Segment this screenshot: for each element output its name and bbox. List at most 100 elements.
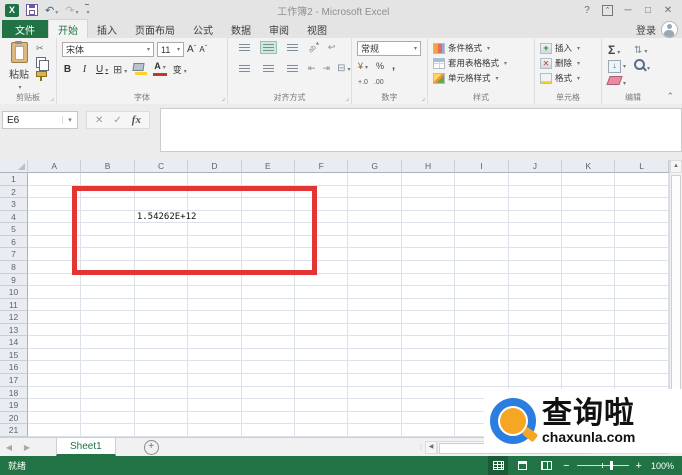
cell-H5[interactable] (402, 223, 455, 236)
font-size-select[interactable]: 11▾ (157, 42, 184, 57)
cell-L15[interactable] (615, 349, 668, 362)
increase-indent-icon[interactable] (323, 63, 331, 74)
row-header-14[interactable]: 14 (0, 336, 28, 349)
normal-view-button[interactable] (488, 456, 508, 475)
cell-F13[interactable] (295, 324, 348, 337)
cell-H16[interactable] (402, 361, 455, 374)
underline-button[interactable]: U (96, 64, 107, 75)
number-format-select[interactable]: 常规▾ (357, 41, 421, 56)
cell-L13[interactable] (615, 324, 668, 337)
cell-J5[interactable] (509, 223, 562, 236)
cell-C20[interactable] (135, 412, 188, 425)
cell-K5[interactable] (562, 223, 615, 236)
cell-J2[interactable] (509, 186, 562, 199)
cell-K2[interactable] (562, 186, 615, 199)
row-header-12[interactable]: 12 (0, 311, 28, 324)
cell-B20[interactable] (81, 412, 134, 425)
cell-K13[interactable] (562, 324, 615, 337)
cell-A18[interactable] (28, 387, 81, 400)
page-layout-view-button[interactable] (512, 456, 532, 475)
copy-icon[interactable] (36, 57, 46, 68)
cell-J10[interactable] (509, 286, 562, 299)
cell-I17[interactable] (455, 374, 508, 387)
cell-G19[interactable] (348, 399, 401, 412)
cell-J3[interactable] (509, 198, 562, 211)
cell-K16[interactable] (562, 361, 615, 374)
alignment-dialog-launcher-icon[interactable] (346, 96, 349, 102)
cell-D10[interactable] (188, 286, 241, 299)
cell-K11[interactable] (562, 299, 615, 312)
cell-A9[interactable] (28, 274, 81, 287)
tab-insert[interactable]: 插入 (88, 20, 126, 38)
cell-C16[interactable] (135, 361, 188, 374)
cell-F10[interactable] (295, 286, 348, 299)
column-header-G[interactable]: G (348, 160, 401, 173)
cell-F16[interactable] (295, 361, 348, 374)
cell-C15[interactable] (135, 349, 188, 362)
cell-B11[interactable] (81, 299, 134, 312)
cell-G18[interactable] (348, 387, 401, 400)
cell-K6[interactable] (562, 236, 615, 249)
cell-G20[interactable] (348, 412, 401, 425)
cell-L6[interactable] (615, 236, 668, 249)
row-header-1[interactable]: 1 (0, 173, 28, 186)
cell-F15[interactable] (295, 349, 348, 362)
paste-button[interactable]: 粘贴 (6, 42, 32, 92)
cell-H18[interactable] (402, 387, 455, 400)
tab-review[interactable]: 审阅 (260, 20, 298, 38)
cell-D1[interactable] (188, 173, 241, 186)
percent-format-icon[interactable] (376, 61, 384, 72)
column-header-F[interactable]: F (295, 160, 348, 173)
cell-G1[interactable] (348, 173, 401, 186)
cell-J6[interactable] (509, 236, 562, 249)
page-break-view-button[interactable] (536, 456, 556, 475)
cell-E1[interactable] (242, 173, 295, 186)
cell-E14[interactable] (242, 336, 295, 349)
name-box[interactable]: E6 ▾ (2, 111, 78, 129)
cell-H7[interactable] (402, 248, 455, 261)
cell-H20[interactable] (402, 412, 455, 425)
autosum-button[interactable]: Σ (608, 43, 634, 57)
cell-A12[interactable] (28, 311, 81, 324)
cell-C9[interactable] (135, 274, 188, 287)
cell-G3[interactable] (348, 198, 401, 211)
cell-D19[interactable] (188, 399, 241, 412)
cell-H1[interactable] (402, 173, 455, 186)
undo-icon[interactable] (45, 4, 58, 17)
cell-E20[interactable] (242, 412, 295, 425)
cell-F14[interactable] (295, 336, 348, 349)
decrease-indent-icon[interactable] (308, 63, 316, 74)
cell-B12[interactable] (81, 311, 134, 324)
cell-I2[interactable] (455, 186, 508, 199)
format-painter-icon[interactable] (36, 71, 47, 77)
font-dialog-launcher-icon[interactable] (222, 96, 225, 102)
cell-E18[interactable] (242, 387, 295, 400)
zoom-level[interactable]: 100% (649, 461, 678, 471)
cell-A20[interactable] (28, 412, 81, 425)
cut-icon[interactable] (36, 43, 47, 54)
cell-D21[interactable] (188, 424, 241, 437)
cell-L16[interactable] (615, 361, 668, 374)
cell-L5[interactable] (615, 223, 668, 236)
cell-A10[interactable] (28, 286, 81, 299)
cell-G8[interactable] (348, 261, 401, 274)
currency-format-icon[interactable] (358, 61, 368, 72)
row-header-5[interactable]: 5 (0, 223, 28, 236)
cell-F1[interactable] (295, 173, 348, 186)
cell-A13[interactable] (28, 324, 81, 337)
cell-E11[interactable] (242, 299, 295, 312)
cell-E19[interactable] (242, 399, 295, 412)
cell-K7[interactable] (562, 248, 615, 261)
cell-I10[interactable] (455, 286, 508, 299)
sign-in-button[interactable]: 登录 (636, 22, 656, 37)
cell-L9[interactable] (615, 274, 668, 287)
cell-A14[interactable] (28, 336, 81, 349)
cell-G9[interactable] (348, 274, 401, 287)
column-header-C[interactable]: C (135, 160, 188, 173)
phonetic-guide-button[interactable]: 变 (173, 63, 187, 76)
tab-home[interactable]: 开始 (48, 19, 88, 38)
cell-G10[interactable] (348, 286, 401, 299)
cell-G12[interactable] (348, 311, 401, 324)
cell-D14[interactable] (188, 336, 241, 349)
sheet-tab-sheet1[interactable]: Sheet1 (56, 438, 116, 456)
